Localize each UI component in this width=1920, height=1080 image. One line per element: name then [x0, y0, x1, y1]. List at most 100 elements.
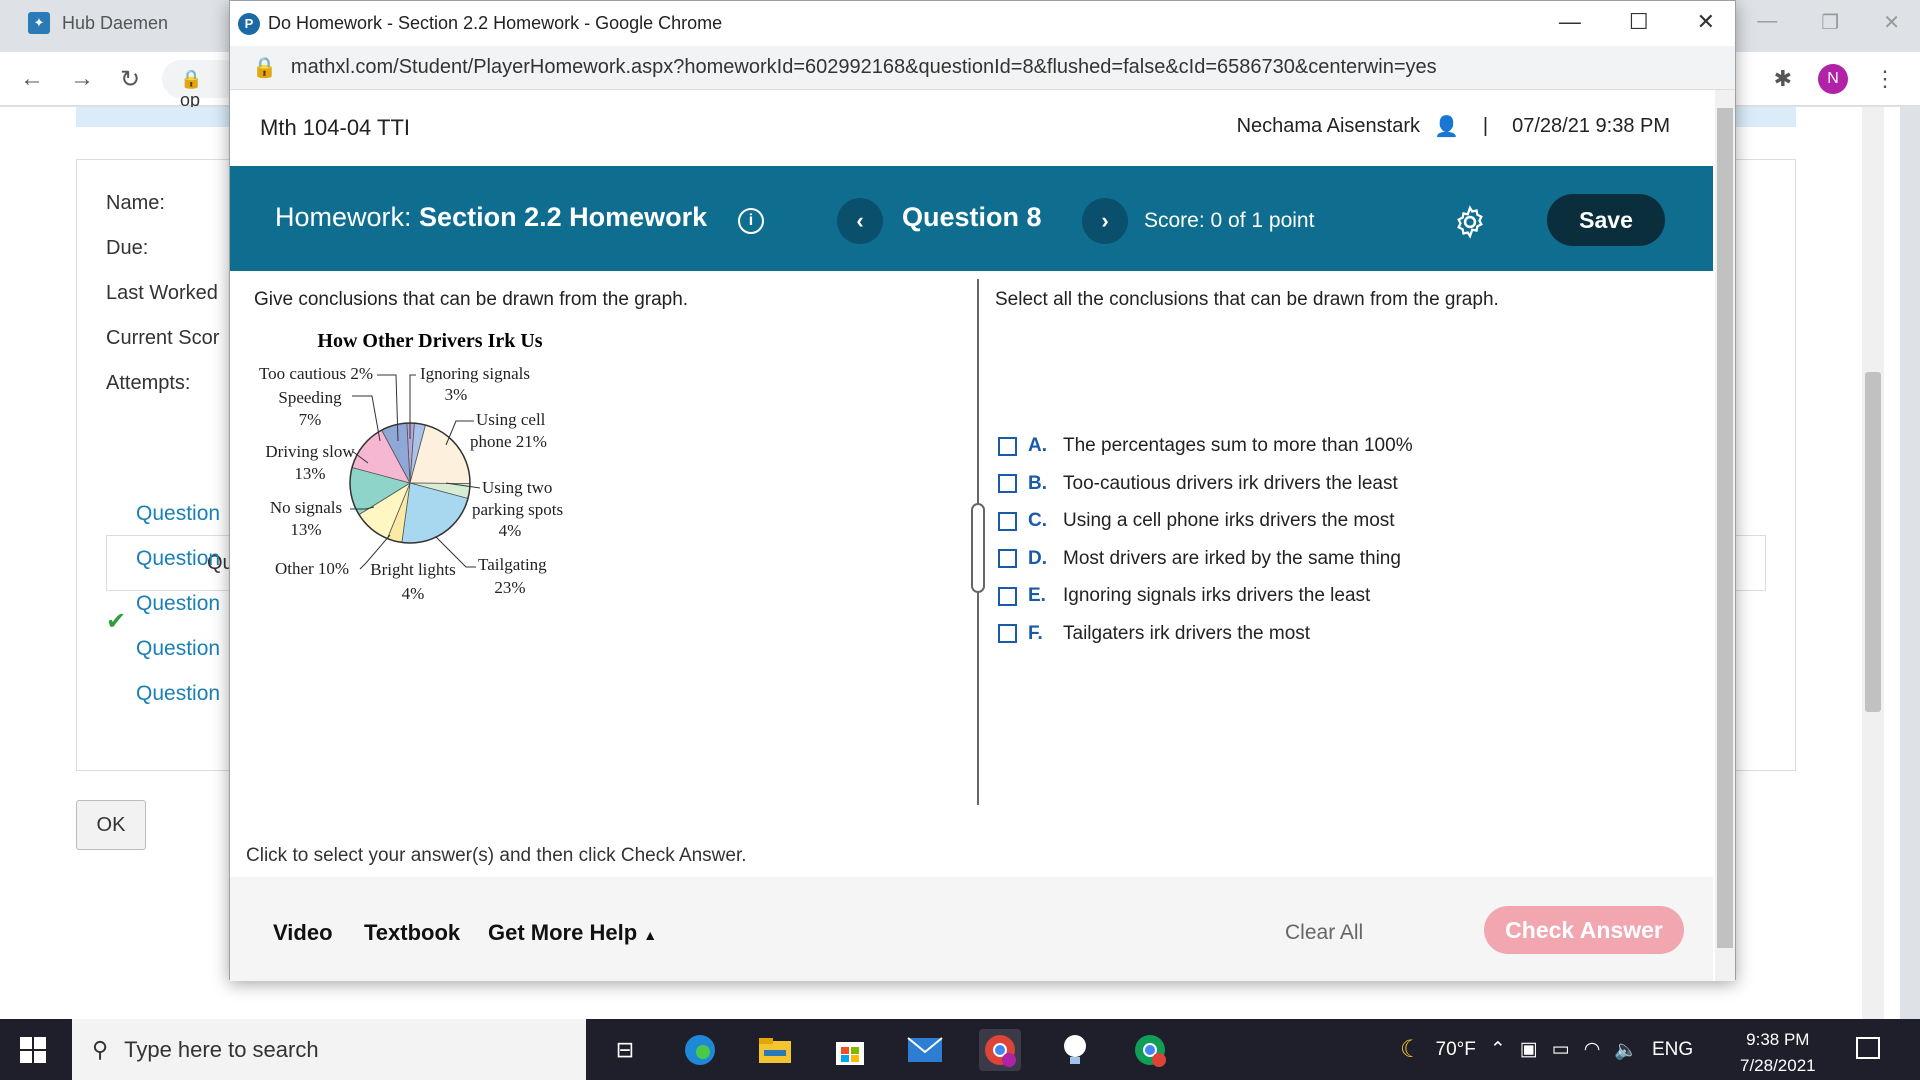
save-button[interactable]: Save: [1547, 194, 1665, 246]
answer-option[interactable]: E. Ignoring signals irks drivers the leas…: [998, 585, 1370, 607]
pie-chart: How Other Drivers Irk Us Too cautious 2%…: [259, 330, 563, 603]
option-text: Tailgaters irk drivers the most: [1063, 622, 1311, 644]
checkbox[interactable]: [998, 624, 1017, 643]
svg-text:23%: 23%: [494, 578, 525, 597]
store-icon[interactable]: [829, 1029, 871, 1071]
maximize-icon[interactable]: ☐: [1629, 9, 1649, 35]
popup-url: mathxl.com/Student/PlayerHomework.aspx?h…: [290, 56, 1437, 78]
checkbox[interactable]: [998, 586, 1017, 606]
weather-temp[interactable]: 70°F: [1436, 1039, 1476, 1061]
question-footer: Video Textbook Get More Help ▲ Clear All…: [230, 877, 1713, 981]
option-text: Most drivers are irked by the same thing: [1063, 547, 1401, 569]
mail-icon[interactable]: [904, 1029, 946, 1071]
option-letter: A.: [1028, 435, 1047, 456]
background-tab[interactable]: ✦ Hub Daemen: [28, 12, 168, 34]
slice-label-ignoring-signals: Ignoring signals: [420, 364, 530, 383]
right-prompt: Select all the conclusions that can be d…: [995, 289, 1499, 310]
popup-content: Mth 104-04 TTI Nechama Aisenstark 👤 | 07…: [230, 90, 1715, 981]
clock-date: 7/28/2021: [1740, 1056, 1816, 1075]
question-number: Question 8: [902, 202, 1042, 232]
forward-icon[interactable]: →: [70, 65, 94, 94]
prev-question-button[interactable]: ‹: [837, 198, 883, 244]
close-icon[interactable]: ✕: [1883, 10, 1900, 35]
divider-handle[interactable]: [971, 503, 985, 593]
checkbox[interactable]: [998, 436, 1017, 456]
homework-title: Homework: Section 2.2 Homework: [275, 202, 708, 232]
taskbar-clock[interactable]: 9:38 PM 7/28/2021: [1740, 1027, 1816, 1079]
answer-option[interactable]: D. Most drivers are irked by the same thi…: [998, 548, 1401, 570]
language-indicator[interactable]: ENG: [1652, 1039, 1693, 1061]
get-more-help-button[interactable]: Get More Help ▲: [488, 920, 657, 946]
slice-label-two-parking: Using two: [482, 478, 552, 497]
next-question-button[interactable]: ›: [1082, 198, 1128, 244]
info-icon[interactable]: i: [738, 208, 764, 234]
clock-time: 9:38 PM: [1746, 1030, 1810, 1049]
close-icon[interactable]: ✕: [1697, 9, 1715, 35]
search-icon: ⚲: [92, 1036, 109, 1062]
slice-label-no-signals: No signals: [270, 498, 342, 517]
lock-icon: 🔒: [180, 69, 203, 89]
volume-icon[interactable]: 🔈: [1614, 1038, 1638, 1062]
question-link[interactable]: Question: [136, 592, 220, 616]
minimize-icon[interactable]: —: [1559, 9, 1581, 35]
taskbar-search[interactable]: ⚲ Type here to search: [72, 1019, 586, 1080]
windows-start-icon[interactable]: [20, 1037, 46, 1063]
background-scrollbar[interactable]: [1862, 107, 1884, 1019]
video-button[interactable]: Video: [273, 920, 333, 946]
popup-url-bar[interactable]: 🔒 mathxl.com/Student/PlayerHomework.aspx…: [230, 46, 1735, 90]
popup-title: Do Homework - Section 2.2 Homework - Goo…: [268, 13, 723, 33]
option-text: The percentages sum to more than 100%: [1063, 435, 1413, 456]
checkbox[interactable]: [998, 549, 1017, 568]
textbook-button[interactable]: Textbook: [364, 920, 460, 946]
answer-option[interactable]: A. The percentages sum to more than 100%: [998, 435, 1413, 457]
homework-header: Homework: Section 2.2 Homework i ‹ Quest…: [230, 166, 1713, 271]
question-link[interactable]: Question: [136, 547, 220, 571]
moon-weather-icon[interactable]: ☾: [1400, 1035, 1422, 1064]
option-letter: D.: [1028, 547, 1047, 569]
chart-title: How Other Drivers Irk Us: [317, 330, 542, 352]
task-view-icon[interactable]: ⊟: [604, 1029, 646, 1071]
extensions-icon[interactable]: ✱: [1774, 66, 1792, 92]
answer-option[interactable]: F. Tailgaters irk drivers the most: [998, 623, 1310, 645]
search-placeholder: Type here to search: [124, 1036, 319, 1062]
checkbox[interactable]: [998, 511, 1017, 531]
question-link[interactable]: Question: [136, 637, 220, 661]
settings-gear-icon[interactable]: [1453, 205, 1487, 239]
question-link[interactable]: Question: [136, 682, 220, 706]
answer-option[interactable]: C. Using a cell phone irks drivers the mo…: [998, 510, 1395, 532]
lightbulb-icon[interactable]: [1054, 1029, 1096, 1071]
device-icon[interactable]: ▣: [1520, 1038, 1538, 1061]
option-letter: B.: [1028, 472, 1047, 494]
notification-icon[interactable]: [1856, 1037, 1880, 1059]
option-letter: C.: [1028, 510, 1047, 531]
wifi-icon[interactable]: ◠: [1584, 1038, 1601, 1061]
svg-text:phone 21%: phone 21%: [470, 432, 547, 451]
chevron-up-icon[interactable]: ⌃: [1490, 1038, 1506, 1061]
popup-scrollbar[interactable]: [1715, 90, 1735, 981]
caret-up-icon: ▲: [643, 927, 658, 943]
ok-button[interactable]: OK: [76, 800, 146, 850]
label-attempts: Attempts:: [106, 372, 191, 394]
edge-icon[interactable]: [679, 1029, 721, 1071]
lock-icon: 🔒: [252, 57, 277, 79]
background-tab-title: Hub Daemen: [62, 12, 169, 33]
chrome-n-icon[interactable]: [979, 1029, 1021, 1071]
profile-avatar[interactable]: N: [1818, 64, 1848, 94]
file-explorer-icon[interactable]: [754, 1029, 796, 1071]
slice-label-too-cautious: Too cautious 2%: [259, 364, 373, 383]
label-name: Name:: [106, 192, 165, 214]
answer-option[interactable]: B. Too-cautious drivers irk drivers the l…: [998, 473, 1398, 495]
minimize-icon[interactable]: —: [1757, 10, 1777, 35]
checkbox[interactable]: [998, 474, 1017, 493]
restore-icon[interactable]: ❐: [1821, 10, 1839, 35]
reload-icon[interactable]: ↻: [120, 65, 140, 94]
question-link[interactable]: Question: [136, 502, 220, 526]
back-icon[interactable]: ←: [20, 65, 44, 94]
battery-icon[interactable]: ▭: [1552, 1038, 1570, 1061]
menu-icon[interactable]: ⋮: [1874, 66, 1896, 92]
check-answer-button[interactable]: Check Answer: [1484, 906, 1684, 954]
clear-all-button[interactable]: Clear All: [1285, 921, 1363, 945]
slice-label-speeding: Speeding: [278, 388, 342, 407]
course-bar: Mth 104-04 TTI Nechama Aisenstark 👤 | 07…: [230, 90, 1715, 166]
chrome-y-icon[interactable]: [1129, 1029, 1171, 1071]
